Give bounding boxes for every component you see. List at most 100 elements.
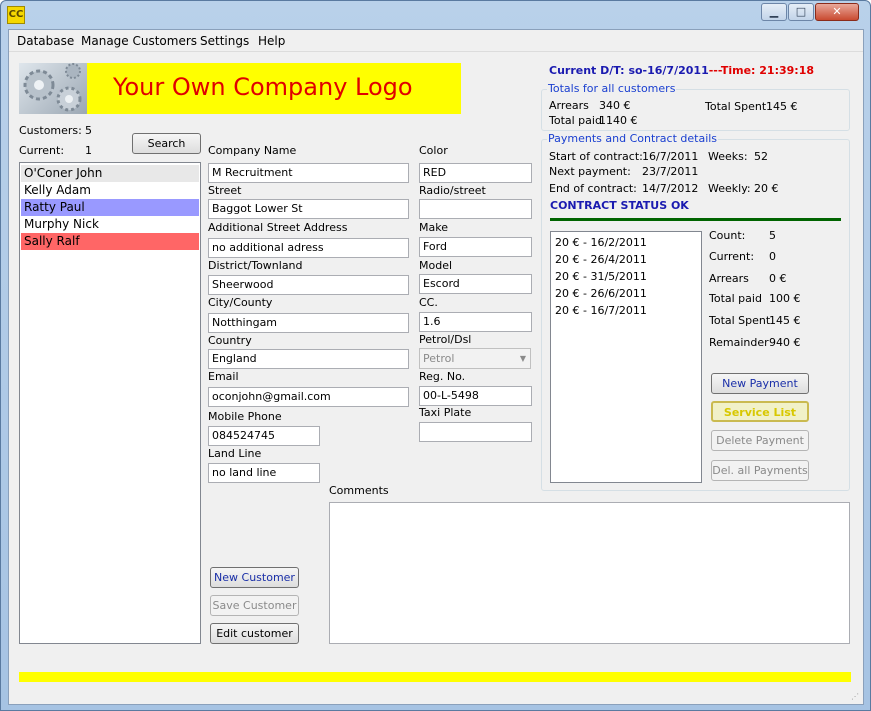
email-label: Email bbox=[208, 370, 239, 383]
customers-count-label: Customers: bbox=[19, 124, 82, 137]
current-customer: 1 bbox=[85, 144, 92, 157]
next-payment-label: Next payment: bbox=[549, 165, 631, 178]
stats-spent-value: 145 € bbox=[769, 314, 801, 327]
time-value: 21:39:18 bbox=[759, 64, 815, 77]
reg-no-field[interactable]: 00-L-5498 bbox=[419, 386, 532, 406]
country-label: Country bbox=[208, 334, 252, 347]
stats-current-label: Current: bbox=[709, 250, 755, 263]
current-customer-label: Current: bbox=[19, 144, 65, 157]
end-value: 14/7/2012 bbox=[642, 182, 699, 195]
make-label: Make bbox=[419, 221, 448, 234]
customer-item[interactable]: Murphy Nick bbox=[21, 216, 199, 233]
stats-arrears-label: Arrears bbox=[709, 272, 749, 285]
payment-item[interactable]: 20 € - 26/4/2011 bbox=[555, 253, 647, 266]
stats-paid-label: Total paid bbox=[709, 292, 762, 305]
stats-arrears-value: 0 € bbox=[769, 272, 787, 285]
customer-item[interactable]: Sally Ralf bbox=[21, 233, 199, 250]
client-area: Database Manage Customers Settings Help … bbox=[8, 29, 864, 705]
app-icon[interactable]: CC bbox=[7, 6, 25, 24]
gears-icon bbox=[19, 63, 87, 114]
count-value: 5 bbox=[769, 229, 776, 242]
company-name-field[interactable]: M Recruitment bbox=[208, 163, 409, 183]
customer-item[interactable]: Kelly Adam bbox=[21, 182, 199, 199]
weeks-value: 52 bbox=[754, 150, 768, 163]
contract-status-bar bbox=[550, 218, 841, 221]
cc-field[interactable]: 1.6 bbox=[419, 312, 532, 332]
stats-paid-value: 100 € bbox=[769, 292, 801, 305]
color-label: Color bbox=[419, 144, 448, 157]
service-list-button[interactable]: Service List bbox=[711, 401, 809, 422]
logo-text: Your Own Company Logo bbox=[113, 73, 413, 101]
save-customer-button[interactable]: Save Customer bbox=[210, 595, 299, 616]
taxi-plate-field[interactable] bbox=[419, 422, 532, 442]
customers-count: 5 bbox=[85, 124, 92, 137]
mobile-phone-field[interactable]: 084524745 bbox=[208, 426, 320, 446]
stats-spent-label: Total Spent bbox=[709, 314, 771, 327]
model-label: Model bbox=[419, 259, 453, 272]
additional-street-field[interactable]: no additional adress bbox=[208, 238, 409, 258]
next-payment-value: 23/7/2011 bbox=[642, 165, 699, 178]
search-button[interactable]: Search bbox=[132, 133, 201, 154]
payment-item[interactable]: 20 € - 16/2/2011 bbox=[555, 236, 647, 249]
end-label: End of contract: bbox=[549, 182, 637, 195]
make-field[interactable]: Ford bbox=[419, 237, 532, 257]
menu-manage-customers[interactable]: Manage Customers bbox=[81, 34, 197, 48]
new-payment-button[interactable]: New Payment bbox=[711, 373, 809, 394]
city-field[interactable]: Notthingam bbox=[208, 313, 409, 333]
customer-list[interactable]: O'Coner John Kelly Adam Ratty Paul Murph… bbox=[19, 162, 201, 644]
delete-payment-button[interactable]: Delete Payment bbox=[711, 430, 809, 451]
payment-item[interactable]: 20 € - 16/7/2011 bbox=[555, 304, 647, 317]
resize-grip-icon[interactable]: ⋰ bbox=[851, 692, 861, 702]
customer-item[interactable]: O'Coner John bbox=[21, 165, 199, 182]
totals-spent-label: Total Spent bbox=[705, 100, 767, 113]
street-field[interactable]: Baggot Lower St bbox=[208, 199, 409, 219]
reg-no-label: Reg. No. bbox=[419, 370, 466, 383]
payment-item[interactable]: 20 € - 31/5/2011 bbox=[555, 270, 647, 283]
payments-list[interactable]: 20 € - 16/2/2011 20 € - 26/4/2011 20 € -… bbox=[550, 231, 702, 483]
color-field[interactable]: RED bbox=[419, 163, 532, 183]
new-customer-button[interactable]: New Customer bbox=[210, 567, 299, 588]
taxi-plate-label: Taxi Plate bbox=[419, 406, 472, 419]
district-label: District/Townland bbox=[208, 259, 303, 272]
weekly-label: Weekly: bbox=[708, 182, 751, 195]
comments-field[interactable] bbox=[329, 502, 850, 644]
district-field[interactable]: Sheerwood bbox=[208, 275, 409, 295]
land-line-field[interactable]: no land line bbox=[208, 463, 320, 483]
email-field[interactable]: oconjohn@gmail.com bbox=[208, 387, 409, 407]
edit-customer-button[interactable]: Edit customer bbox=[210, 623, 299, 644]
menu-help[interactable]: Help bbox=[258, 34, 285, 48]
remainder-value: 940 € bbox=[769, 336, 801, 349]
start-label: Start of contract: bbox=[549, 150, 643, 163]
datetime-separator: --- bbox=[708, 64, 721, 77]
city-label: City/County bbox=[208, 296, 273, 309]
menu-settings[interactable]: Settings bbox=[200, 34, 249, 48]
close-button[interactable]: ✕ bbox=[815, 3, 859, 21]
time-label: Time: bbox=[720, 64, 756, 77]
customer-item[interactable]: Ratty Paul bbox=[21, 199, 199, 216]
menu-bar: Database Manage Customers Settings Help bbox=[9, 30, 863, 52]
radio-street-label: Radio/street bbox=[419, 184, 486, 197]
delete-all-payments-button[interactable]: Del. all Payments bbox=[711, 460, 809, 481]
street-label: Street bbox=[208, 184, 242, 197]
totals-paid-label: Total paid bbox=[549, 114, 602, 127]
company-logo: Your Own Company Logo bbox=[19, 63, 461, 114]
chevron-down-icon: ▼ bbox=[519, 354, 526, 363]
start-value: 16/7/2011 bbox=[642, 150, 699, 163]
model-field[interactable]: Escord bbox=[419, 274, 532, 294]
status-strip bbox=[19, 672, 851, 682]
payment-item[interactable]: 20 € - 26/6/2011 bbox=[555, 287, 647, 300]
fuel-label: Petrol/Dsl bbox=[419, 333, 472, 346]
app-window: CC ▁ □ ✕ Database Manage Customers Setti… bbox=[0, 0, 871, 711]
land-line-label: Land Line bbox=[208, 447, 262, 460]
weeks-label: Weeks: bbox=[708, 150, 748, 163]
menu-database[interactable]: Database bbox=[17, 34, 74, 48]
minimize-button[interactable]: ▁ bbox=[761, 3, 787, 21]
radio-street-field[interactable] bbox=[419, 199, 532, 219]
title-bar: CC ▁ □ ✕ bbox=[1, 1, 870, 29]
country-field[interactable]: England bbox=[208, 349, 409, 369]
fuel-select[interactable]: Petrol ▼ bbox=[419, 348, 531, 369]
totals-group: Totals for all customers Arrears 340 € T… bbox=[541, 82, 850, 131]
stats-current-value: 0 bbox=[769, 250, 776, 263]
remainder-label: Remainder bbox=[709, 336, 769, 349]
maximize-button[interactable]: □ bbox=[788, 3, 814, 21]
